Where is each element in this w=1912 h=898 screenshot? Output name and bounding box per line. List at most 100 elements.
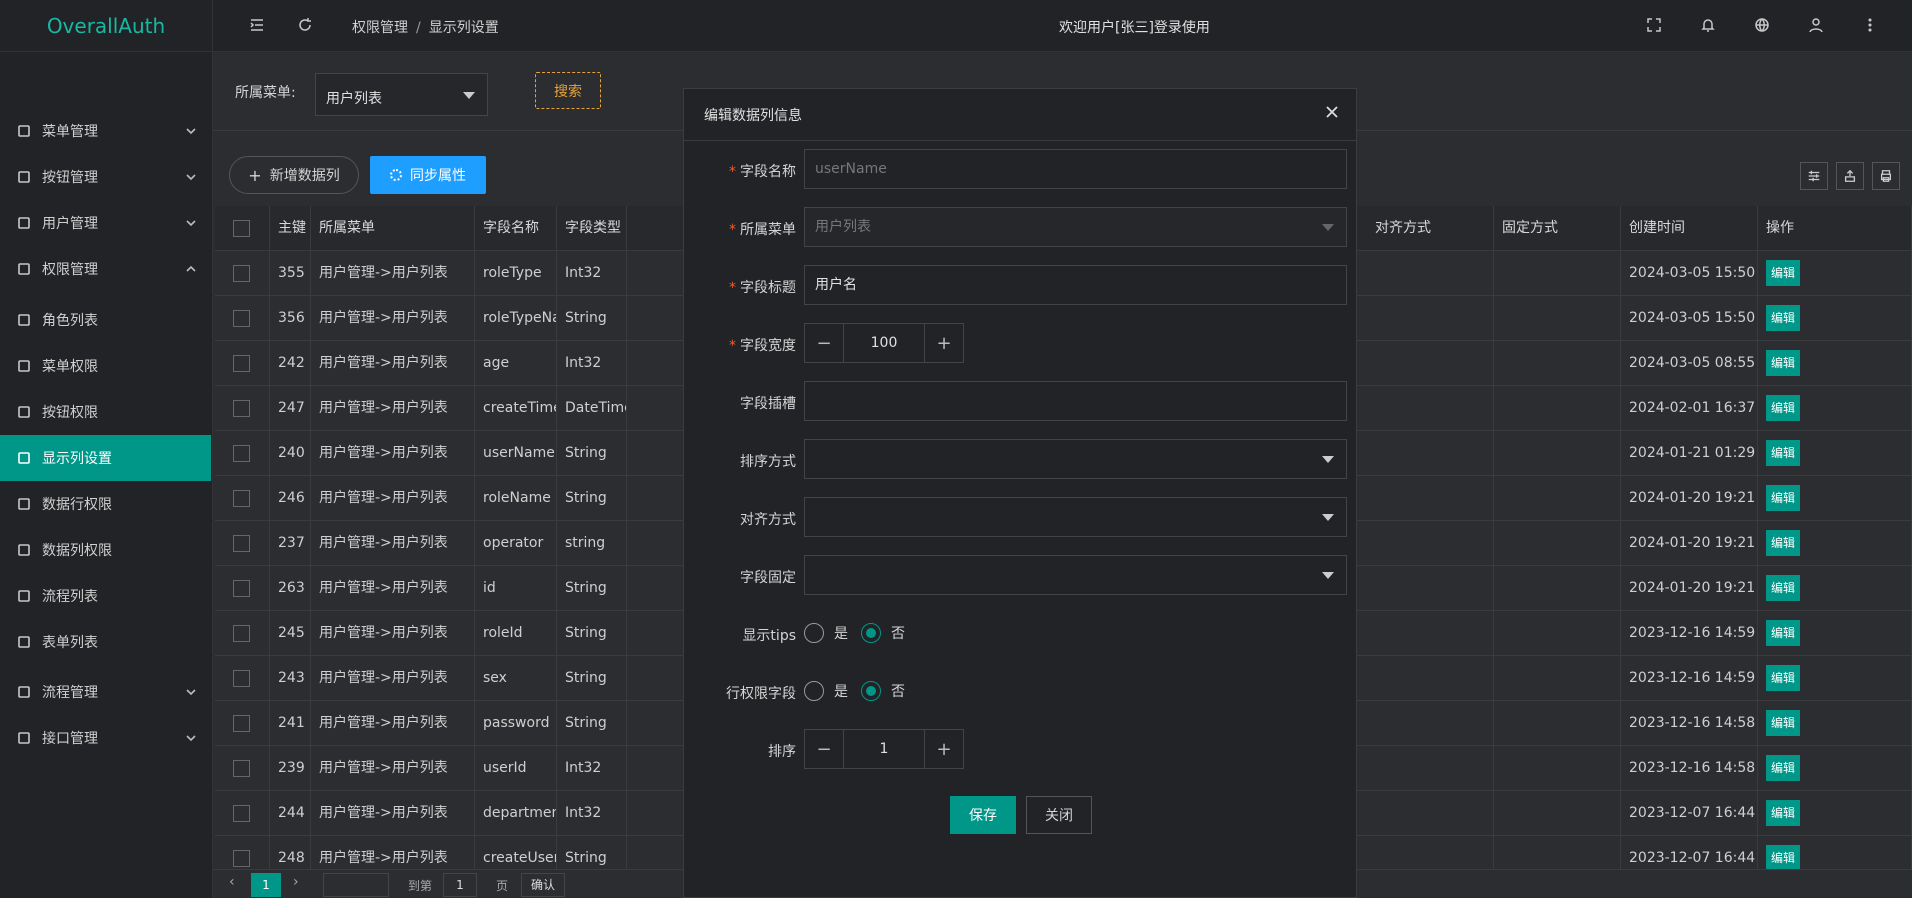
sidebar-item[interactable]: 按钮管理	[0, 154, 211, 200]
sidebar-item[interactable]: 显示列设置	[0, 435, 211, 481]
field-slot-input[interactable]	[804, 381, 1347, 421]
menu-select[interactable]: 用户列表	[804, 207, 1347, 247]
cell-field: id	[475, 566, 557, 611]
show-tips-no-radio[interactable]: 否	[861, 623, 905, 643]
globe-icon[interactable]	[1754, 17, 1772, 35]
increment-button[interactable]: +	[925, 324, 963, 362]
increment-button[interactable]: +	[925, 730, 963, 768]
goto-confirm-button[interactable]: 确认	[521, 873, 565, 897]
row-permission-yes-radio[interactable]: 是	[804, 681, 848, 701]
goto-input[interactable]: 1	[443, 873, 477, 897]
app-logo[interactable]: OverallAuth	[0, 0, 212, 52]
select-all-checkbox[interactable]	[215, 206, 270, 251]
order-stepper: − 1 +	[804, 729, 964, 769]
fullscreen-icon[interactable]	[1646, 17, 1664, 35]
next-page-icon[interactable]: ›	[293, 874, 299, 890]
sidebar-item[interactable]: 表单列表	[0, 619, 211, 665]
sidebar-item[interactable]: 权限管理	[0, 246, 211, 292]
breadcrumb-item[interactable]: 权限管理	[352, 20, 408, 36]
sidebar-item[interactable]: 按钮权限	[0, 389, 211, 435]
row-checkbox[interactable]	[215, 251, 270, 296]
close-icon[interactable]	[1324, 104, 1344, 124]
edit-button[interactable]: 编辑	[1766, 755, 1801, 781]
edit-column-dialog: 编辑数据列信息 * 字段名称 userName * 所属菜单 用户列表 * 字段标题 …	[683, 88, 1357, 898]
sidebar-item[interactable]: 菜单管理	[0, 108, 211, 154]
sidebar-item[interactable]: 数据行权限	[0, 481, 211, 527]
field-name-input[interactable]: userName	[804, 149, 1347, 189]
export-icon[interactable]	[1836, 162, 1864, 190]
edit-button[interactable]: 编辑	[1766, 575, 1801, 601]
sync-attributes-button[interactable]: 同步属性	[370, 156, 486, 194]
print-icon[interactable]	[1872, 162, 1900, 190]
sidebar-item-label: 菜单权限	[42, 359, 98, 375]
edit-button[interactable]: 编辑	[1766, 395, 1801, 421]
collapse-menu-icon[interactable]	[249, 17, 267, 35]
show-tips-yes-radio[interactable]: 是	[804, 623, 848, 643]
row-checkbox[interactable]	[215, 656, 270, 701]
row-checkbox[interactable]	[215, 341, 270, 386]
cell-type: String	[557, 431, 627, 476]
cell-created: 2024-01-20 19:21	[1621, 521, 1758, 566]
row-checkbox[interactable]	[215, 791, 270, 836]
sidebar-item[interactable]: 菜单权限	[0, 343, 211, 389]
menu-filter-select[interactable]: 用户列表	[315, 73, 488, 116]
row-checkbox[interactable]	[215, 566, 270, 611]
row-checkbox[interactable]	[215, 296, 270, 341]
page-size-select[interactable]	[323, 873, 389, 897]
close-button[interactable]: 关闭	[1026, 796, 1092, 834]
bell-icon[interactable]	[1700, 17, 1718, 35]
row-permission-no-radio[interactable]: 否	[861, 681, 905, 701]
sidebar-item[interactable]: 流程列表	[0, 573, 211, 619]
row-checkbox[interactable]	[215, 611, 270, 656]
edit-button[interactable]: 编辑	[1766, 710, 1801, 736]
refresh-icon[interactable]	[297, 17, 315, 35]
row-checkbox[interactable]	[215, 701, 270, 746]
add-column-button[interactable]: + 新增数据列	[229, 156, 359, 194]
cell-created: 2023-12-16 14:58	[1621, 701, 1758, 746]
edit-button[interactable]: 编辑	[1766, 845, 1801, 871]
order-value[interactable]: 1	[843, 730, 925, 768]
row-checkbox[interactable]	[215, 431, 270, 476]
cell-menu: 用户管理->用户列表	[311, 521, 475, 566]
prev-page-icon[interactable]: ‹	[229, 874, 235, 890]
page-current[interactable]: 1	[251, 873, 281, 897]
decrement-button[interactable]: −	[805, 730, 843, 768]
sidebar-item-label: 菜单管理	[42, 124, 98, 140]
edit-button[interactable]: 编辑	[1766, 305, 1801, 331]
field-title-input[interactable]: 用户名	[804, 265, 1347, 305]
field-width-value[interactable]: 100	[843, 324, 925, 362]
sidebar-item[interactable]: 用户管理	[0, 200, 211, 246]
decrement-button[interactable]: −	[805, 324, 843, 362]
menu-row: * 所属菜单 用户列表	[684, 207, 1356, 247]
edit-button[interactable]: 编辑	[1766, 530, 1801, 556]
save-button[interactable]: 保存	[950, 796, 1016, 834]
row-checkbox[interactable]	[215, 476, 270, 521]
edit-button[interactable]: 编辑	[1766, 485, 1801, 511]
edit-button[interactable]: 编辑	[1766, 665, 1801, 691]
sidebar-item[interactable]: 流程管理	[0, 669, 211, 715]
edit-button[interactable]: 编辑	[1766, 260, 1801, 286]
sidebar-item[interactable]: 接口管理	[0, 715, 211, 761]
sidebar-item[interactable]: 数据列权限	[0, 527, 211, 573]
column-filter-icon[interactable]	[1800, 162, 1828, 190]
cell-actions: 编辑	[1758, 296, 1912, 341]
share-icon	[16, 684, 32, 700]
edit-button[interactable]: 编辑	[1766, 800, 1801, 826]
user-avatar-icon[interactable]	[1808, 17, 1826, 35]
cell-empty	[1367, 476, 1494, 521]
search-button[interactable]: 搜索	[535, 72, 601, 109]
sidebar-item[interactable]: 角色列表	[0, 297, 211, 343]
fixed-select[interactable]	[804, 555, 1347, 595]
required-mark: *	[729, 280, 736, 296]
cell-empty	[1367, 341, 1494, 386]
more-vertical-icon[interactable]	[1862, 17, 1880, 35]
edit-button[interactable]: 编辑	[1766, 620, 1801, 646]
row-checkbox[interactable]	[215, 386, 270, 431]
edit-button[interactable]: 编辑	[1766, 440, 1801, 466]
row-checkbox[interactable]	[215, 521, 270, 566]
cell-empty	[1367, 611, 1494, 656]
row-checkbox[interactable]	[215, 746, 270, 791]
edit-button[interactable]: 编辑	[1766, 350, 1801, 376]
sort-mode-select[interactable]	[804, 439, 1347, 479]
align-select[interactable]	[804, 497, 1347, 537]
